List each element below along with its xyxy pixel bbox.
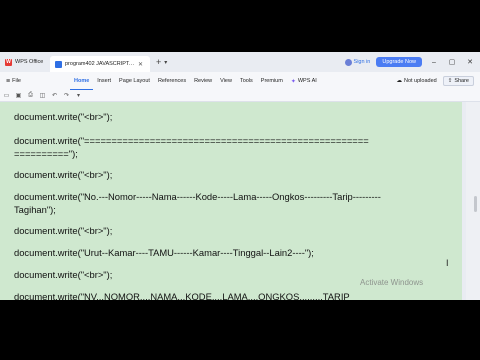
- doc-line[interactable]: document.write("<br>");: [14, 268, 414, 281]
- minimize-icon[interactable]: –: [428, 59, 440, 66]
- wps-window: W WPS Office program402 JAVASCRIPT.dc ✕ …: [0, 52, 480, 300]
- undo-icon[interactable]: ↶: [51, 92, 58, 99]
- cloud-icon: ☁: [396, 78, 402, 84]
- file-menu-label: File: [12, 78, 21, 84]
- document-icon: [55, 60, 62, 68]
- hamburger-icon: ≡: [6, 77, 11, 85]
- chevron-down-icon[interactable]: ▾: [164, 59, 167, 66]
- ribbon-menu-bar: ≡ File Home Insert Page Layout Reference…: [0, 72, 480, 90]
- doc-line[interactable]: document.write("<br>");: [14, 168, 414, 181]
- doc-line[interactable]: document.write("========================…: [14, 134, 406, 160]
- close-tab-icon[interactable]: ✕: [138, 61, 143, 68]
- tab-document-label: program402 JAVASCRIPT.dc: [65, 61, 135, 67]
- close-window-icon[interactable]: ✕: [464, 58, 476, 66]
- tab-home[interactable]: Home: [70, 72, 94, 90]
- upgrade-button[interactable]: Upgrade Now: [376, 57, 422, 67]
- doc-line[interactable]: document.write("No.---Nomor-----Nama----…: [14, 190, 406, 216]
- doc-line[interactable]: document.write("NV...NOMOR....NAMA...KOD…: [14, 290, 414, 300]
- share-icon: ⇪: [447, 78, 453, 84]
- save-icon[interactable]: ▣: [15, 92, 22, 99]
- sign-in-label: Sign in: [353, 59, 371, 65]
- user-avatar-icon: [344, 58, 352, 66]
- tab-page-layout[interactable]: Page Layout: [115, 72, 154, 90]
- tab-insert[interactable]: Insert: [93, 72, 115, 90]
- share-button[interactable]: ⇪ Share: [442, 76, 474, 86]
- ai-sparkle-icon: ✦: [290, 78, 296, 85]
- sign-in-button[interactable]: Sign in: [344, 58, 371, 66]
- scrollbar-thumb[interactable]: [474, 196, 477, 212]
- tab-wps-office[interactable]: W WPS Office: [0, 54, 50, 70]
- redo-icon[interactable]: ↷: [63, 92, 70, 99]
- quick-access-toolbar: ▭ ▣ ⎙ ◫ ↶ ↷ ▾: [0, 90, 480, 102]
- share-label: Share: [454, 78, 469, 84]
- tab-wps-ai[interactable]: ✦ WPS AI: [287, 72, 321, 90]
- print-preview-icon[interactable]: ◫: [39, 92, 46, 99]
- title-tab-bar: W WPS Office program402 JAVASCRIPT.dc ✕ …: [0, 52, 480, 72]
- print-icon[interactable]: ⎙: [27, 92, 34, 99]
- chevron-down-icon[interactable]: ▾: [75, 92, 82, 99]
- doc-line[interactable]: document.write("<br>");: [14, 110, 414, 123]
- text-cursor-icon: I: [446, 258, 449, 268]
- maximize-icon[interactable]: ▢: [446, 58, 458, 66]
- doc-line[interactable]: document.write("Urut--Kamar----TAMU-----…: [14, 246, 414, 259]
- open-icon[interactable]: ▭: [3, 92, 10, 99]
- tab-premium[interactable]: Premium: [257, 72, 287, 90]
- wps-logo-icon: W: [5, 58, 12, 66]
- tab-view[interactable]: View: [216, 72, 236, 90]
- document-page[interactable]: document.write("<br>"); document.write("…: [0, 102, 462, 300]
- tab-references[interactable]: References: [154, 72, 190, 90]
- tab-review[interactable]: Review: [190, 72, 216, 90]
- doc-line[interactable]: document.write("<br>");: [14, 224, 414, 237]
- upload-status[interactable]: ☁ Not uploaded: [396, 78, 436, 84]
- vertical-scrollbar[interactable]: [466, 102, 480, 300]
- file-menu[interactable]: ≡ File: [0, 78, 70, 85]
- new-tab-icon[interactable]: +: [156, 57, 161, 67]
- document-workspace: document.write("<br>"); document.write("…: [0, 102, 480, 300]
- upload-status-label: Not uploaded: [403, 78, 437, 84]
- tab-document[interactable]: program402 JAVASCRIPT.dc ✕: [50, 56, 150, 72]
- tab-tools[interactable]: Tools: [236, 72, 257, 90]
- tab-wps-ai-label: WPS AI: [297, 78, 317, 84]
- activate-windows-watermark: Activate Windows: [360, 278, 424, 287]
- tab-wps-label: WPS Office: [15, 59, 44, 65]
